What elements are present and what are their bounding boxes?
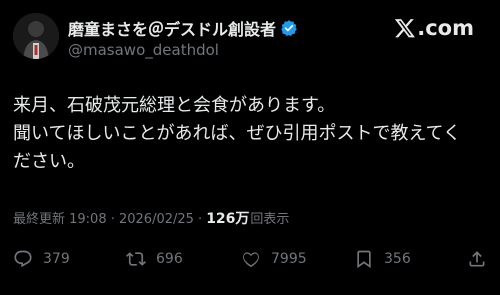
bookmark-icon	[357, 250, 371, 269]
like-button[interactable]: 7995	[241, 247, 307, 271]
post-line: 来月、石破茂元総理と会食があります。	[13, 95, 336, 116]
reply-button[interactable]: 379	[13, 247, 70, 271]
repost-count: 696	[156, 251, 183, 267]
x-logo-icon	[395, 19, 416, 38]
post-meta: 最終更新 19:08 · 2026/02/25 · 126万 回表示	[13, 208, 289, 228]
updated-timestamp[interactable]: 最終更新 19:08 · 2026/02/25 ·	[13, 208, 202, 227]
avatar[interactable]	[13, 13, 59, 59]
author-display-name[interactable]: 磨童まさを＠デスドル創設者	[68, 16, 276, 40]
verified-badge-icon	[281, 20, 297, 36]
views-count: 126万	[206, 211, 250, 227]
action-bar: 379 696 7995 356	[13, 247, 487, 271]
like-icon	[243, 252, 259, 268]
post-text: 来月、石破茂元総理と会食があります。 聞いてほしいことがあれば、ぜひ引用ポストで…	[13, 92, 483, 176]
like-count: 7995	[271, 251, 307, 267]
repost-icon	[126, 252, 146, 266]
bookmark-button[interactable]: 356	[354, 247, 411, 271]
brand-logo: .com	[394, 17, 474, 39]
reply-icon	[14, 250, 32, 268]
reply-count: 379	[43, 251, 70, 267]
author-name-row[interactable]: 磨童まさを＠デスドル創設者	[68, 17, 298, 39]
post-line: 聞いてほしいことがあれば、ぜひ引用ポストで教えてく	[13, 123, 462, 144]
views-label: 回表示	[250, 212, 290, 227]
author-handle[interactable]: @masawo_deathdol	[68, 41, 219, 59]
avatar-photo	[13, 13, 59, 59]
repost-button[interactable]: 696	[126, 247, 183, 271]
post-line: ださい。	[13, 151, 85, 172]
bookmark-count: 356	[384, 251, 411, 267]
brand-text: .com	[417, 16, 474, 40]
share-icon[interactable]	[467, 249, 487, 269]
